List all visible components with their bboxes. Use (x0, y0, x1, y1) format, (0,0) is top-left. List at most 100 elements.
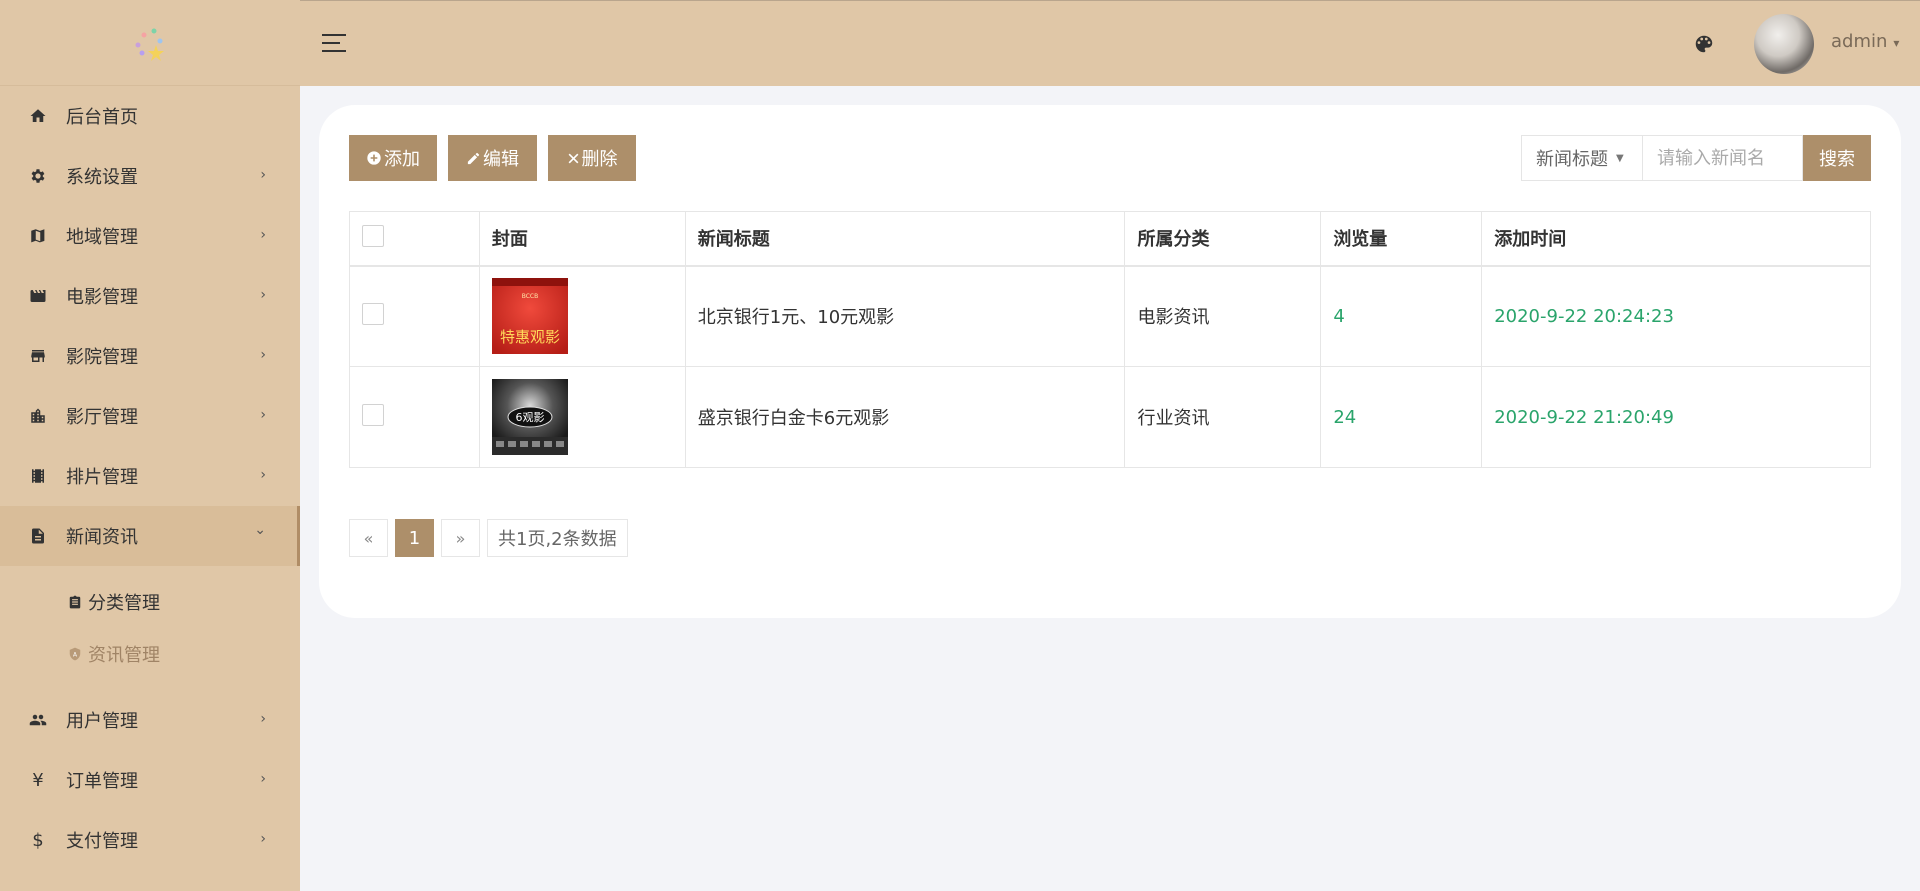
yen-icon: ¥ (32, 769, 44, 791)
sidebar-item-movie[interactable]: 电影管理 › (0, 266, 300, 326)
sidebar: 后台首页 系统设置 › 地域管理 › 电影管理 › 影院管理 › 影厅管理 › (0, 0, 300, 891)
cover-text: 6观影 (515, 411, 544, 424)
clipboard-icon (68, 595, 82, 609)
row-select-cell (349, 366, 480, 468)
sidebar-item-region[interactable]: 地域管理 › (0, 206, 300, 266)
cover-cell: 6观影 (478, 366, 686, 468)
chevron-right-icon: › (260, 407, 266, 423)
column-header: 添加时间 (1481, 211, 1871, 267)
category-cell: 电影资讯 (1124, 265, 1322, 367)
select-all-cell (349, 211, 480, 267)
news-cover-image[interactable]: BCCB 特惠观影 (491, 278, 568, 355)
sidebar-item-system-settings[interactable]: 系统设置 › (0, 146, 300, 206)
delete-button[interactable]: 删除 (548, 135, 636, 181)
delete-label: 删除 (581, 149, 618, 169)
sidebar-item-payment[interactable]: $ 支付管理 › (0, 810, 300, 870)
sidebar-subitem-news-manage[interactable]: A 资讯管理 (0, 628, 300, 680)
page-info: 共1页,2条数据 (487, 519, 628, 557)
search-input[interactable] (1643, 135, 1803, 181)
category-cell: 行业资讯 (1124, 366, 1322, 468)
logo[interactable] (0, 0, 300, 86)
table-header-row: 封面 新闻标题 所属分类 浏览量 添加时间 (349, 211, 1871, 267)
sidebar-item-orders[interactable]: ¥ 订单管理 › (0, 750, 300, 810)
search-field-select[interactable]: 新闻标题 ▼ (1521, 135, 1643, 181)
cover-text: 特惠观影 (500, 328, 560, 346)
home-icon (28, 106, 48, 126)
news-cover-image[interactable]: 6观影 (491, 379, 568, 455)
content-card: 添加 编辑 删除 新闻标题 ▼ 搜索 封面 新闻标题 所属分类 (319, 105, 1901, 618)
views-cell: 4 (1320, 265, 1483, 367)
sidebar-item-label: 后台首页 (66, 107, 138, 128)
edit-label: 编辑 (483, 149, 519, 169)
chevron-right-icon: › (260, 227, 266, 243)
row-checkbox[interactable] (362, 302, 384, 325)
sidebar-item-schedule[interactable]: 排片管理 › (0, 446, 300, 506)
column-header: 浏览量 (1320, 211, 1483, 267)
article-icon (28, 526, 48, 546)
edit-button[interactable]: 编辑 (448, 135, 537, 181)
sidebar-item-label: 支付管理 (66, 831, 138, 852)
chevron-right-icon: › (260, 467, 266, 483)
caret-down-icon: ▾ (1893, 36, 1900, 50)
dollar-icon: $ (32, 829, 44, 851)
prev-page-button[interactable]: « (349, 519, 388, 557)
search-field-value: 新闻标题 (1536, 149, 1608, 170)
sidebar-item-news[interactable]: 新闻资讯 ⌄ (0, 506, 300, 566)
sidebar-subitem-label: 分类管理 (88, 593, 160, 614)
username: admin (1831, 31, 1888, 52)
next-page-button[interactable]: » (441, 519, 480, 557)
page-1-button[interactable]: 1 (395, 519, 434, 557)
clapperboard-icon (28, 286, 48, 306)
sidebar-item-hall[interactable]: 影厅管理 › (0, 386, 300, 446)
time-cell: 2020-9-22 20:24:23 (1481, 265, 1871, 367)
avatar[interactable] (1754, 14, 1814, 74)
palette-icon[interactable] (1693, 33, 1715, 60)
views-cell: 24 (1320, 366, 1483, 468)
sidebar-item-home[interactable]: 后台首页 (0, 86, 300, 146)
chevron-right-icon: › (260, 771, 266, 787)
gear-icon (28, 166, 48, 186)
column-header: 封面 (478, 211, 686, 267)
row-select-cell (349, 265, 480, 367)
stars-logo-icon (135, 28, 164, 61)
shield-icon: A (68, 647, 82, 661)
sidebar-item-label: 电影管理 (66, 287, 138, 308)
store-icon (28, 346, 48, 366)
sidebar-item-cinema[interactable]: 影院管理 › (0, 326, 300, 386)
select-all-checkbox[interactable] (362, 224, 384, 247)
pagination: « 1 » 共1页,2条数据 (349, 519, 635, 557)
building-icon (28, 406, 48, 426)
sidebar-item-label: 新闻资讯 (66, 527, 138, 548)
add-label: 添加 (384, 149, 420, 169)
chevron-right-icon: › (260, 831, 266, 847)
caret-down-icon: ▼ (1616, 152, 1624, 164)
news-submenu: 分类管理 A 资讯管理 (0, 566, 300, 690)
top-header: admin ▾ (300, 0, 1920, 86)
column-header: 所属分类 (1124, 211, 1322, 267)
row-checkbox[interactable] (362, 403, 384, 426)
news-table: 封面 新闻标题 所属分类 浏览量 添加时间 BCCB 特惠观影 北京银行1元、1… (349, 211, 1871, 468)
search-bar: 新闻标题 ▼ 搜索 (1521, 135, 1871, 181)
search-button[interactable]: 搜索 (1803, 135, 1871, 181)
table-row[interactable]: BCCB 特惠观影 北京银行1元、10元观影 电影资讯 4 2020-9-22 … (349, 265, 1871, 367)
chevron-right-icon: › (260, 287, 266, 303)
pencil-icon (466, 151, 481, 166)
sidebar-item-label: 影院管理 (66, 347, 138, 368)
sidebar-subitem-category[interactable]: 分类管理 (0, 576, 300, 628)
sidebar-item-label: 影厅管理 (66, 407, 138, 428)
add-button[interactable]: 添加 (349, 135, 437, 181)
time-cell: 2020-9-22 21:20:49 (1481, 366, 1871, 468)
sidebar-item-label: 订单管理 (66, 771, 138, 792)
film-icon (28, 466, 48, 486)
sidebar-item-label: 地域管理 (66, 227, 138, 248)
cover-cell: BCCB 特惠观影 (478, 265, 686, 367)
user-menu[interactable]: admin ▾ (1831, 31, 1899, 52)
title-cell: 盛京银行白金卡6元观影 (684, 366, 1126, 468)
sidebar-item-users[interactable]: 用户管理 › (0, 690, 300, 750)
chevron-down-icon: ⌄ (254, 522, 266, 538)
svg-text:A: A (73, 652, 77, 658)
column-header: 新闻标题 (684, 211, 1126, 267)
menu-toggle-icon[interactable] (322, 34, 346, 54)
table-row[interactable]: 6观影 盛京银行白金卡6元观影 行业资讯 24 2020-9-22 21:20:… (349, 366, 1871, 468)
close-icon (567, 152, 580, 165)
